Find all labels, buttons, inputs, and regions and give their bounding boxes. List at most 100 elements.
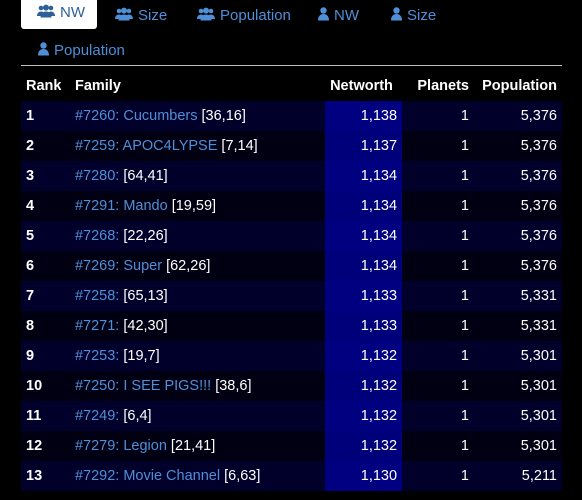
tab-player-size[interactable]: Size bbox=[391, 3, 436, 32]
rank-cell: 13 bbox=[21, 461, 70, 491]
header-population[interactable]: Population bbox=[474, 70, 562, 101]
users-icon bbox=[115, 7, 133, 21]
networth-cell: 1,138 bbox=[325, 101, 403, 131]
population-cell: 5,376 bbox=[473, 131, 562, 161]
table-row: 13 #7292: Movie Channel [6,63] 1,130 1 5… bbox=[21, 461, 562, 491]
ranking-tabs: NW Size Population NW Size Population bbox=[0, 0, 582, 64]
header-family[interactable]: Family bbox=[70, 70, 325, 101]
networth-cell: 1,134 bbox=[325, 161, 403, 191]
planets-cell: 1 bbox=[402, 371, 474, 401]
family-cell: #7259: APOC4LYPSE [7,14] bbox=[69, 131, 326, 161]
header-networth[interactable]: Networth bbox=[325, 70, 402, 101]
family-link[interactable]: #7271: bbox=[75, 318, 119, 334]
population-cell: 5,376 bbox=[473, 251, 562, 281]
tab-family-networth[interactable]: NW bbox=[21, 0, 97, 29]
tab-player-networth[interactable]: NW bbox=[318, 3, 359, 32]
family-cell: #7253: [19,7] bbox=[69, 341, 326, 371]
family-link[interactable]: #7269: Super bbox=[75, 258, 162, 274]
planets-cell: 1 bbox=[402, 191, 474, 221]
networth-cell: 1,134 bbox=[325, 191, 403, 221]
table-row: 6 #7269: Super [62,26] 1,134 1 5,376 bbox=[21, 251, 562, 281]
users-icon bbox=[197, 7, 215, 21]
networth-cell: 1,134 bbox=[325, 221, 403, 251]
tab-family-population[interactable]: Population bbox=[197, 3, 291, 32]
networth-cell: 1,137 bbox=[325, 131, 403, 161]
planets-cell: 1 bbox=[402, 161, 474, 191]
tab-label: NW bbox=[60, 4, 85, 21]
family-coords: [62,26] bbox=[162, 258, 211, 274]
user-icon bbox=[391, 7, 402, 21]
planets-cell: 1 bbox=[402, 311, 474, 341]
family-cell: #7280: [64,41] bbox=[69, 161, 326, 191]
networth-cell: 1,130 bbox=[325, 461, 403, 491]
planets-cell: 1 bbox=[402, 341, 474, 371]
family-cell: #7268: [22,26] bbox=[69, 221, 326, 251]
tab-label: Size bbox=[407, 7, 437, 24]
networth-cell: 1,132 bbox=[325, 371, 403, 401]
family-link[interactable]: #7249: bbox=[75, 408, 119, 424]
table-row: 2 #7259: APOC4LYPSE [7,14] 1,137 1 5,376 bbox=[21, 131, 562, 161]
table-row: 1 #7260: Cucumbers [36,16] 1,138 1 5,376 bbox=[21, 101, 562, 131]
tab-label: Size bbox=[138, 7, 168, 24]
tab-label: Population bbox=[220, 7, 291, 24]
family-link[interactable]: #7268: bbox=[75, 228, 119, 244]
table-header-row: Rank Family Networth Planets Population bbox=[21, 70, 562, 101]
family-coords: [6,63] bbox=[220, 468, 261, 484]
header-planets[interactable]: Planets bbox=[402, 70, 474, 101]
rank-cell: 7 bbox=[21, 281, 70, 311]
ranking-table: Rank Family Networth Planets Population … bbox=[21, 70, 562, 491]
family-cell: #7291: Mando [19,59] bbox=[69, 191, 326, 221]
population-cell: 5,331 bbox=[473, 281, 562, 311]
family-coords: [38,6] bbox=[211, 378, 252, 394]
tab-family-size[interactable]: Size bbox=[115, 3, 167, 32]
planets-cell: 1 bbox=[402, 401, 474, 431]
family-cell: #7258: [65,13] bbox=[69, 281, 326, 311]
rank-cell: 11 bbox=[21, 401, 70, 431]
table-row: 9 #7253: [19,7] 1,132 1 5,301 bbox=[21, 341, 562, 371]
family-link[interactable]: #7258: bbox=[75, 288, 119, 304]
user-icon bbox=[38, 42, 49, 56]
population-cell: 5,376 bbox=[473, 221, 562, 251]
planets-cell: 1 bbox=[402, 461, 474, 491]
population-cell: 5,301 bbox=[473, 371, 562, 401]
family-link[interactable]: #7250: I SEE PIGS!!! bbox=[75, 378, 211, 394]
population-cell: 5,301 bbox=[473, 341, 562, 371]
family-link[interactable]: #7291: Mando bbox=[75, 198, 168, 214]
header-rank[interactable]: Rank bbox=[21, 70, 70, 101]
networth-cell: 1,133 bbox=[325, 281, 403, 311]
family-coords: [7,14] bbox=[217, 138, 258, 154]
population-cell: 5,331 bbox=[473, 311, 562, 341]
networth-cell: 1,132 bbox=[325, 341, 403, 371]
table-row: 4 #7291: Mando [19,59] 1,134 1 5,376 bbox=[21, 191, 562, 221]
family-link[interactable]: #7253: bbox=[75, 348, 119, 364]
family-coords: [6,4] bbox=[119, 408, 152, 424]
family-link[interactable]: #7292: Movie Channel bbox=[75, 468, 220, 484]
family-coords: [19,59] bbox=[167, 198, 217, 214]
planets-cell: 1 bbox=[402, 251, 474, 281]
tab-label: Population bbox=[54, 42, 125, 59]
ranking-rows: 1 #7260: Cucumbers [36,16] 1,138 1 5,376… bbox=[21, 101, 562, 491]
family-link[interactable]: #7259: APOC4LYPSE bbox=[75, 138, 217, 154]
table-row: 5 #7268: [22,26] 1,134 1 5,376 bbox=[21, 221, 562, 251]
family-coords: [19,7] bbox=[119, 348, 160, 364]
family-link[interactable]: #7280: bbox=[75, 168, 119, 184]
family-cell: #7279: Legion [21,41] bbox=[69, 431, 326, 461]
family-cell: #7250: I SEE PIGS!!! [38,6] bbox=[69, 371, 326, 401]
tab-player-population[interactable]: Population bbox=[38, 38, 125, 67]
table-row: 3 #7280: [64,41] 1,134 1 5,376 bbox=[21, 161, 562, 191]
planets-cell: 1 bbox=[402, 281, 474, 311]
family-cell: #7269: Super [62,26] bbox=[69, 251, 326, 281]
family-cell: #7260: Cucumbers [36,16] bbox=[69, 101, 326, 131]
population-cell: 5,376 bbox=[473, 161, 562, 191]
rank-cell: 3 bbox=[21, 161, 70, 191]
planets-cell: 1 bbox=[402, 131, 474, 161]
family-coords: [21,41] bbox=[166, 438, 216, 454]
table-row: 7 #7258: [65,13] 1,133 1 5,331 bbox=[21, 281, 562, 311]
table-row: 10 #7250: I SEE PIGS!!! [38,6] 1,132 1 5… bbox=[21, 371, 562, 401]
rank-cell: 2 bbox=[21, 131, 70, 161]
population-cell: 5,376 bbox=[473, 101, 562, 131]
family-link[interactable]: #7260: Cucumbers bbox=[75, 108, 198, 124]
family-link[interactable]: #7279: Legion bbox=[75, 438, 167, 454]
networth-cell: 1,134 bbox=[325, 251, 403, 281]
networth-cell: 1,132 bbox=[325, 401, 403, 431]
